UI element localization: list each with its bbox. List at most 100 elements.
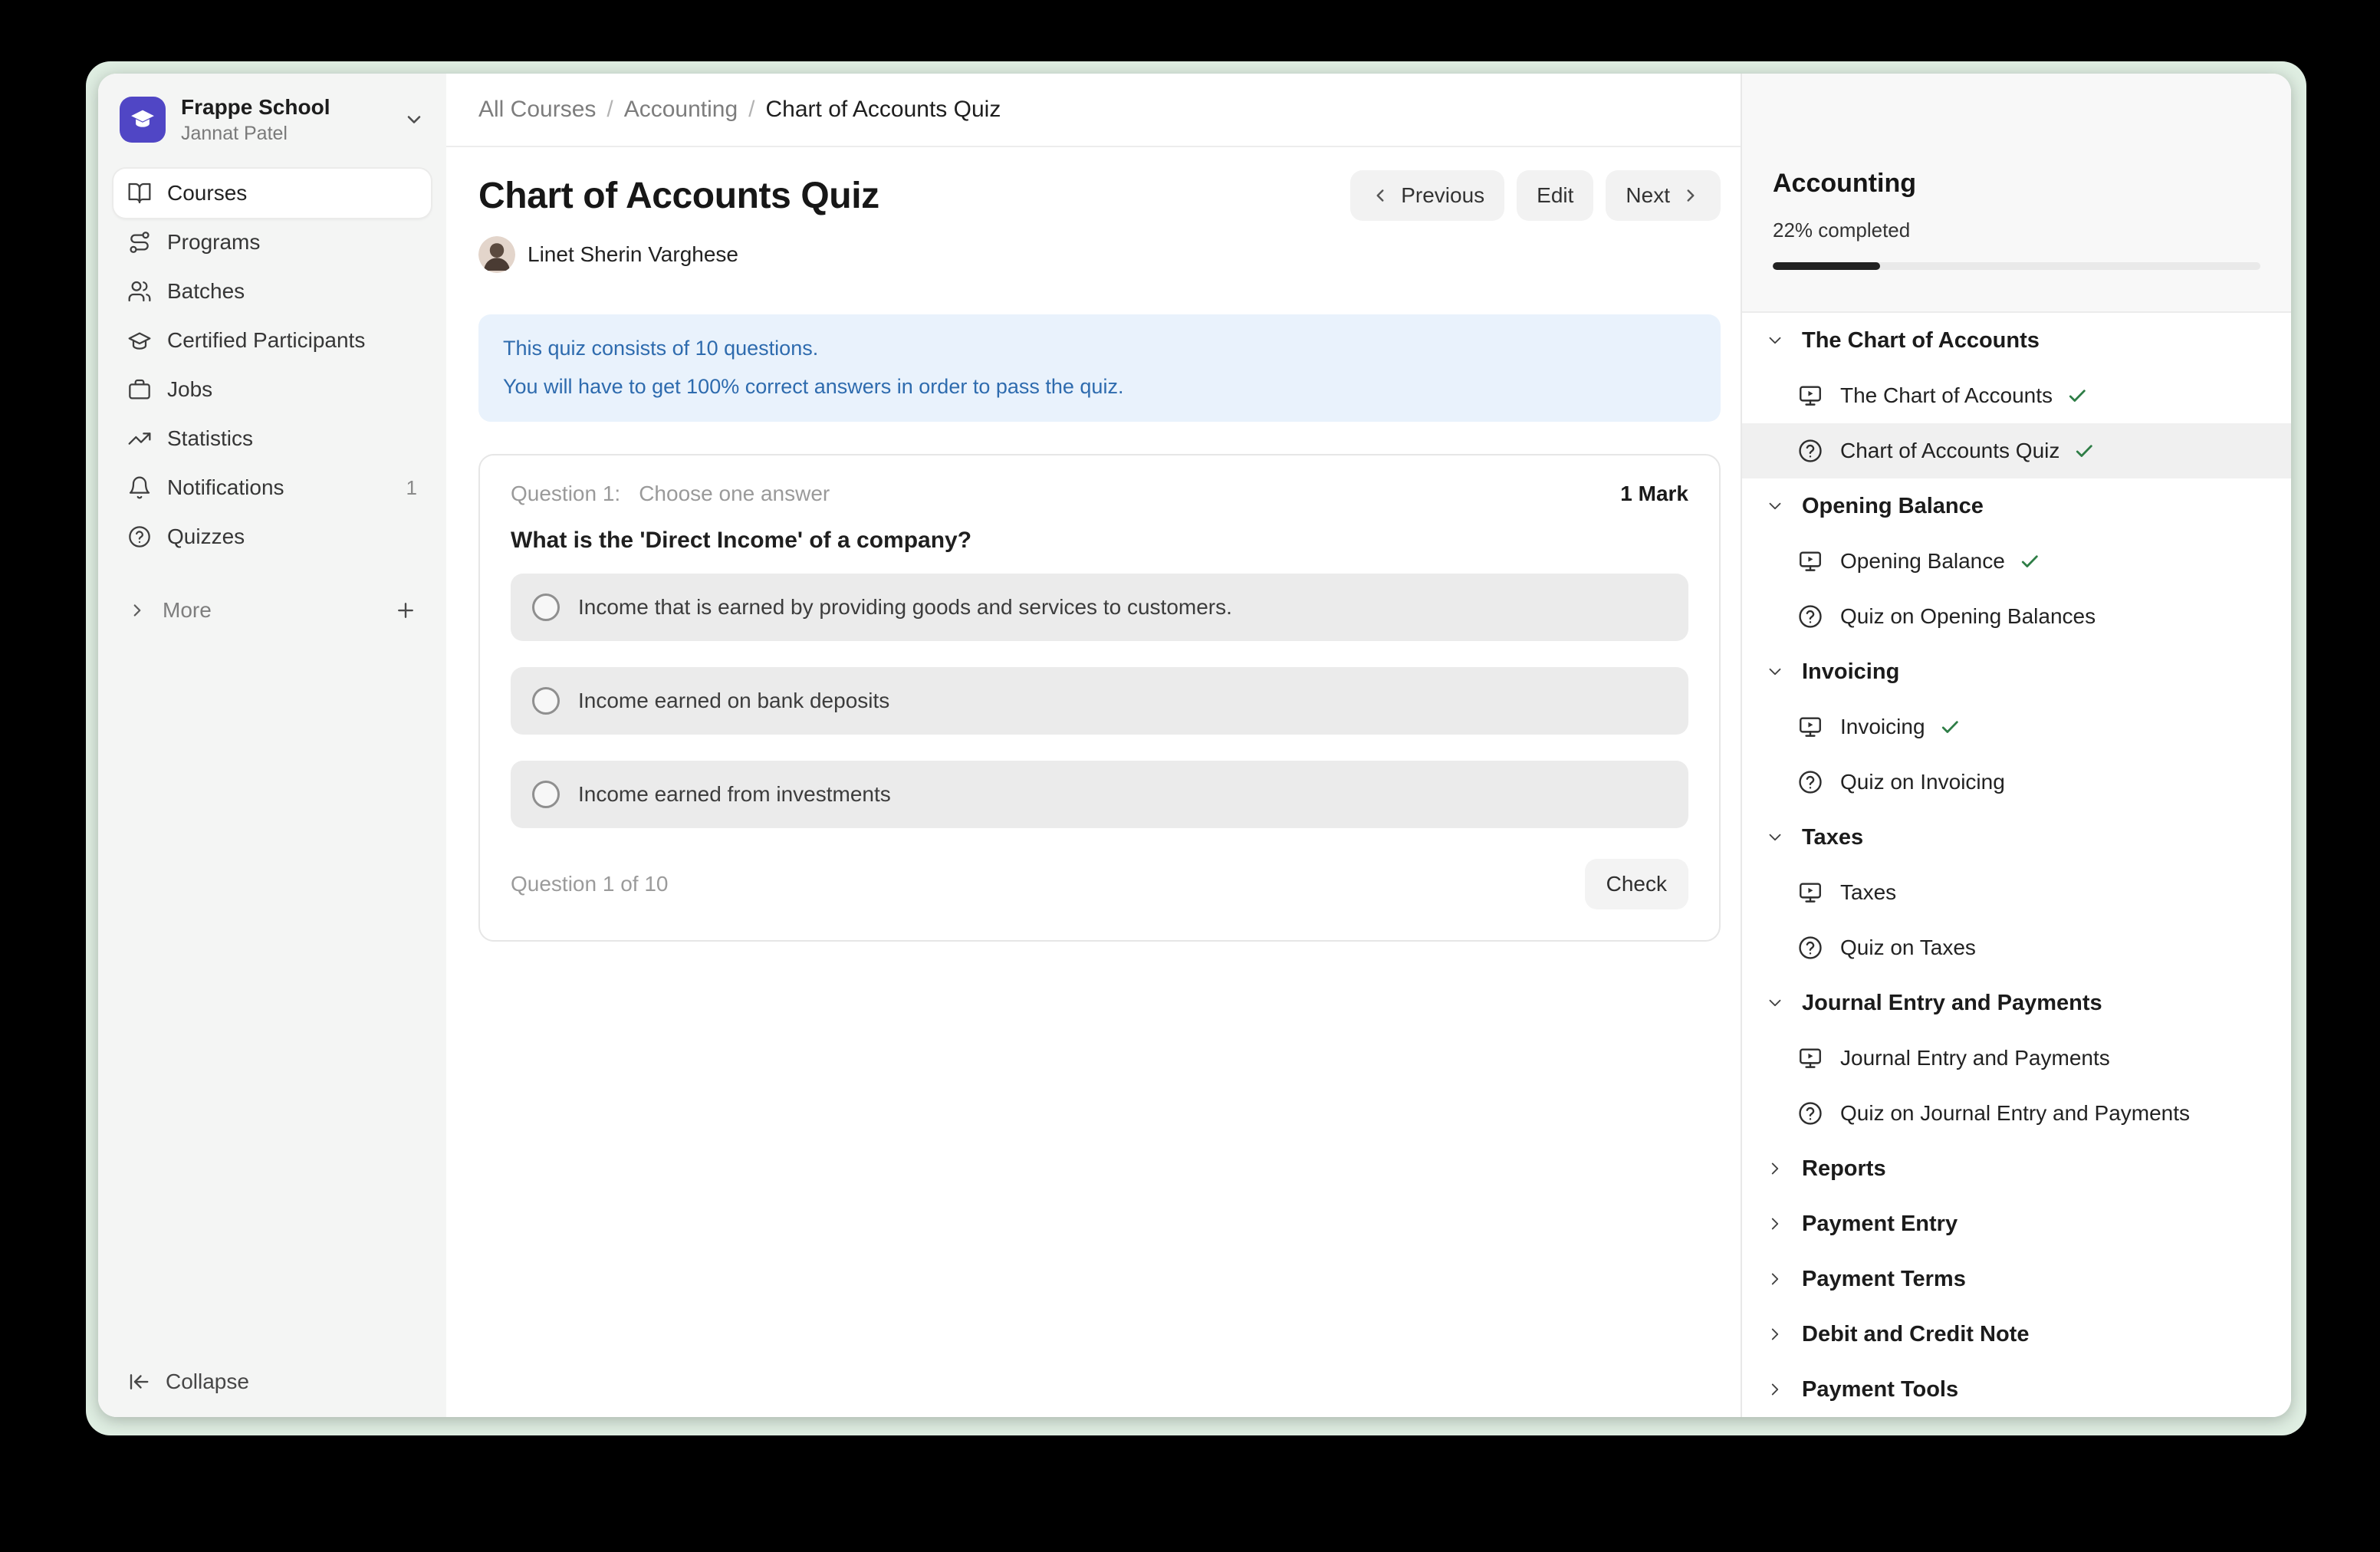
outline-lesson-label: Journal Entry and Payments (1840, 1046, 2110, 1070)
quiz-notice-banner: This quiz consists of 10 questions. You … (478, 314, 1721, 422)
sidebar-item-courses[interactable]: Courses (113, 169, 431, 218)
completed-check-icon (2066, 385, 2088, 406)
outline-lesson-label: Taxes (1840, 880, 1896, 905)
answer-option-label: Income earned from investments (578, 782, 891, 807)
outline-lesson-taxes[interactable]: Taxes (1742, 865, 2291, 920)
sidebar-item-more[interactable]: More (98, 586, 446, 635)
outline-section-label: Payment Terms (1802, 1267, 1966, 1292)
outline-lesson-label: The Chart of Accounts (1840, 383, 2053, 408)
outline-lesson-label: Quiz on Opening Balances (1840, 604, 2096, 629)
chevron-right-icon (1765, 1324, 1785, 1344)
author-chip[interactable]: Linet Sherin Varghese (478, 236, 1721, 273)
outline-lesson-chart-of-accounts-quiz[interactable]: Chart of Accounts Quiz (1742, 423, 2291, 478)
answer-option-2[interactable]: Income earned on bank deposits (511, 667, 1688, 735)
notice-line-2: You will have to get 100% correct answer… (503, 368, 1696, 406)
chevron-down-icon (1765, 827, 1785, 847)
question-instruction: Choose one answer (639, 482, 830, 506)
outline-lesson-quiz-on-taxes[interactable]: Quiz on Taxes (1742, 920, 2291, 975)
next-button[interactable]: Next (1606, 170, 1721, 221)
chevron-right-icon (1681, 186, 1701, 206)
edit-button[interactable]: Edit (1517, 170, 1593, 221)
question-card: Question 1: Choose one answer 1 Mark Wha… (478, 454, 1721, 942)
main-body: Chart of Accounts Quiz Previous Edit Nex… (446, 147, 1741, 942)
sidebar-item-programs[interactable]: Programs (113, 218, 431, 267)
quiz-nav-buttons: Previous Edit Next (1350, 170, 1721, 221)
answer-options: Income that is earned by providing goods… (511, 574, 1688, 828)
outline-lesson-opening-balance[interactable]: Opening Balance (1742, 534, 2291, 589)
chevron-down-icon (1765, 330, 1785, 350)
question-marks: 1 Mark (1620, 482, 1688, 506)
outline-lesson-invoicing[interactable]: Invoicing (1742, 699, 2291, 755)
sidebar-item-label: Notifications (167, 475, 284, 500)
outline-lesson-the-chart-of-accounts[interactable]: The Chart of Accounts (1742, 368, 2291, 423)
outline-lesson-quiz-on-invoicing[interactable]: Quiz on Invoicing (1742, 755, 2291, 810)
radio-button[interactable] (532, 594, 560, 621)
quiz-icon (1797, 769, 1823, 795)
check-button[interactable]: Check (1585, 859, 1688, 909)
outline-section-reports[interactable]: Reports (1742, 1141, 2291, 1196)
outline-lesson-label: Chart of Accounts Quiz (1840, 439, 2059, 463)
previous-button[interactable]: Previous (1350, 170, 1504, 221)
answer-option-1[interactable]: Income that is earned by providing goods… (511, 574, 1688, 641)
collapse-sidebar-button[interactable]: Collapse (98, 1370, 446, 1417)
sidebar-item-quizzes[interactable]: Quizzes (113, 512, 431, 561)
quiz-icon (1797, 438, 1823, 464)
question-label: Question 1: (511, 482, 620, 506)
video-lesson-icon (1797, 1045, 1823, 1071)
outline-section-debit-and-credit-note[interactable]: Debit and Credit Note (1742, 1307, 2291, 1362)
screenshot-stage: Frappe School Jannat Patel Courses Progra… (0, 0, 2380, 1552)
briefcase-icon (127, 377, 152, 402)
sidebar-item-label: Batches (167, 279, 245, 304)
chevron-left-icon (1370, 186, 1390, 206)
breadcrumb-all-courses[interactable]: All Courses (478, 97, 596, 123)
window-frame: Frappe School Jannat Patel Courses Progra… (86, 61, 2306, 1435)
sidebar-item-batches[interactable]: Batches (113, 267, 431, 316)
outline-section-taxes[interactable]: Taxes (1742, 810, 2291, 865)
chevron-down-icon (1765, 662, 1785, 682)
sidebar-item-notifications[interactable]: Notifications1 (113, 463, 431, 512)
chevron-right-icon (1765, 1379, 1785, 1399)
current-user-name: Jannat Patel (181, 122, 330, 146)
main-content: All Courses / Accounting / Chart of Acco… (446, 74, 1741, 1417)
answer-option-3[interactable]: Income earned from investments (511, 761, 1688, 828)
sidebar-item-statistics[interactable]: Statistics (113, 414, 431, 463)
sidebar-item-jobs[interactable]: Jobs (113, 365, 431, 414)
page-title: Chart of Accounts Quiz (478, 175, 879, 217)
sidebar-item-label: Certified Participants (167, 328, 365, 353)
radio-button[interactable] (532, 781, 560, 808)
collapse-icon (127, 1370, 150, 1393)
outline-section-journal-entry-and-payments[interactable]: Journal Entry and Payments (1742, 975, 2291, 1031)
route-icon (127, 230, 152, 255)
chevron-down-icon (1765, 496, 1785, 516)
breadcrumb-current: Chart of Accounts Quiz (766, 97, 1001, 123)
sidebar-item-label: Quizzes (167, 524, 245, 549)
sidebar-item-label: Courses (167, 181, 247, 206)
question-text: What is the 'Direct Income' of a company… (511, 528, 1688, 554)
outline-section-payment-terms[interactable]: Payment Terms (1742, 1251, 2291, 1307)
completed-check-icon (2019, 551, 2040, 572)
outline-lesson-quiz-on-journal-entry-and-payments[interactable]: Quiz on Journal Entry and Payments (1742, 1086, 2291, 1141)
outline-section-opening-balance[interactable]: Opening Balance (1742, 478, 2291, 534)
bell-icon (127, 475, 152, 500)
outline-section-payment-tools[interactable]: Payment Tools (1742, 1362, 2291, 1417)
quiz-icon (1797, 1100, 1823, 1126)
sidebar-item-certified-participants[interactable]: Certified Participants (113, 316, 431, 365)
workspace-title: Frappe School (181, 94, 330, 120)
question-progress: Question 1 of 10 (511, 872, 668, 896)
course-outline-list: The Chart of Accounts The Chart of Accoun… (1742, 313, 2291, 1417)
outline-section-label: Invoicing (1802, 659, 1899, 685)
outline-section-the-chart-of-accounts[interactable]: The Chart of Accounts (1742, 313, 2291, 368)
add-shortcut-button[interactable] (394, 599, 417, 622)
outline-lesson-quiz-on-opening-balances[interactable]: Quiz on Opening Balances (1742, 589, 2291, 644)
video-lesson-icon (1797, 383, 1823, 409)
radio-button[interactable] (532, 687, 560, 715)
outline-section-label: Payment Entry (1802, 1212, 1958, 1237)
breadcrumb-accounting[interactable]: Accounting (624, 97, 738, 123)
graduation-cap-icon (127, 328, 152, 353)
outline-lesson-journal-entry-and-payments[interactable]: Journal Entry and Payments (1742, 1031, 2291, 1086)
outline-section-payment-entry[interactable]: Payment Entry (1742, 1196, 2291, 1251)
more-label: More (163, 598, 212, 623)
workspace-switcher[interactable]: Frappe School Jannat Patel (98, 74, 446, 159)
outline-section-invoicing[interactable]: Invoicing (1742, 644, 2291, 699)
course-progress-fill (1773, 262, 1880, 270)
